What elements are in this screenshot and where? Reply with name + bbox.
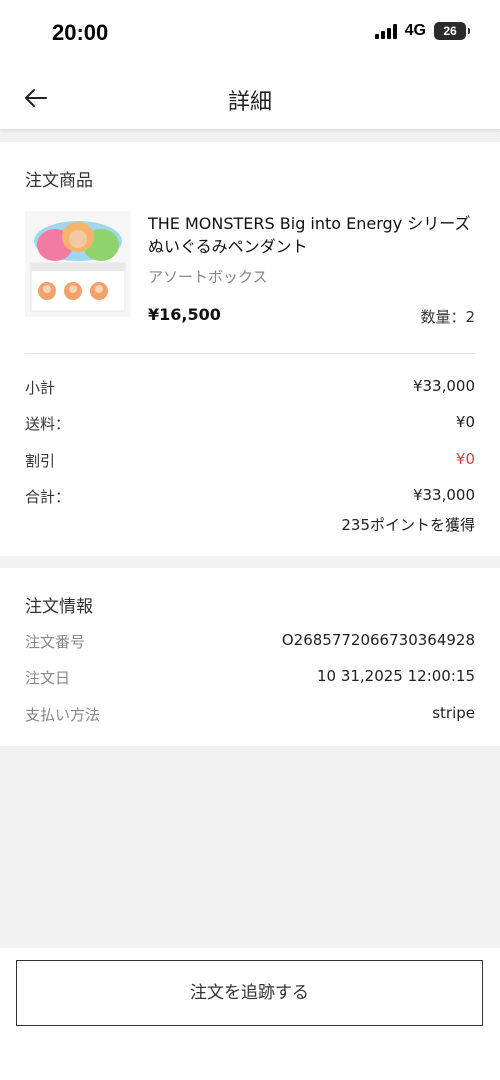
order-number-label: 注文番号 bbox=[25, 633, 86, 651]
network-label: 4G bbox=[404, 22, 426, 39]
payment-method-label: 支払い方法 bbox=[25, 706, 101, 724]
divider bbox=[25, 353, 475, 354]
battery-icon: 26 bbox=[434, 22, 470, 40]
points-earned: 235ポイントを獲得 bbox=[341, 516, 475, 534]
product-image[interactable] bbox=[25, 211, 131, 317]
product-quantity: 数量：2 bbox=[420, 308, 475, 326]
order-products-section: 注文商品 THE MONSTERS Big into Energy シリーズ ぬ… bbox=[0, 142, 500, 556]
nav-bar: 詳細 bbox=[0, 66, 500, 130]
product-variant: アソートボックス bbox=[148, 268, 268, 286]
order-date-value: 10 31,2025 12:00:15 bbox=[316, 667, 475, 685]
subtotal-value: ¥33,000 bbox=[412, 377, 475, 395]
order-number-row: 注文番号 O2685772066730364928 bbox=[25, 631, 475, 655]
order-number-value[interactable]: O2685772066730364928 bbox=[282, 631, 475, 649]
shipping-value: ¥0 bbox=[455, 413, 475, 431]
order-date-row: 注文日 10 31,2025 12:00:15 bbox=[25, 667, 475, 691]
footer-bar: 注文を追跡する bbox=[0, 948, 500, 1080]
status-time: 20:00 bbox=[52, 20, 109, 45]
payment-method-row: 支払い方法 stripe bbox=[25, 704, 475, 728]
payment-method-value: stripe bbox=[432, 704, 475, 722]
product-price: ¥16,500 bbox=[148, 305, 221, 324]
order-date-label: 注文日 bbox=[25, 669, 71, 687]
status-indicators: 4G 26 bbox=[374, 22, 470, 40]
product-box-illustration bbox=[25, 211, 131, 317]
section-title-products: 注文商品 bbox=[25, 171, 93, 191]
total-row: 合計： ¥33,000 bbox=[25, 486, 475, 510]
discount-value: ¥0 bbox=[455, 450, 475, 468]
shipping-label: 送料： bbox=[25, 415, 71, 433]
points-row: 235ポイントを獲得 bbox=[25, 514, 475, 538]
total-label: 合計： bbox=[25, 488, 71, 506]
order-info-section: 注文情報 注文番号 O2685772066730364928 注文日 10 31… bbox=[0, 568, 500, 746]
discount-label: 割引 bbox=[25, 452, 56, 470]
subtotal-label: 小計 bbox=[25, 379, 56, 397]
page-title: 詳細 bbox=[227, 90, 272, 115]
track-order-button[interactable]: 注文を追跡する bbox=[16, 960, 483, 1026]
total-value: ¥33,000 bbox=[412, 486, 475, 504]
shipping-row: 送料： ¥0 bbox=[25, 413, 475, 437]
discount-row: 割引 ¥0 bbox=[25, 450, 475, 474]
signal-icon bbox=[374, 23, 397, 39]
section-title-order-info: 注文情報 bbox=[25, 597, 93, 617]
product-name[interactable]: THE MONSTERS Big into Energy シリーズ ぬいぐるみペ… bbox=[148, 212, 478, 258]
status-bar: 20:00 4G 26 bbox=[0, 0, 500, 66]
subtotal-row: 小計 ¥33,000 bbox=[25, 377, 475, 401]
